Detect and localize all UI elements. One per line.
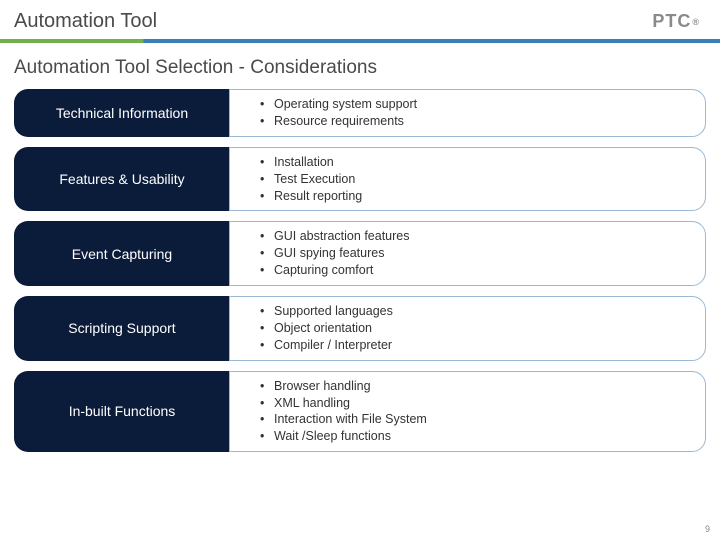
bullet-item: Test Execution: [260, 171, 362, 188]
consideration-row: Event Capturing GUI abstraction features…: [14, 221, 706, 286]
bullet-list: Installation Test Execution Result repor…: [260, 154, 362, 205]
bullet-item: Result reporting: [260, 188, 362, 205]
consideration-label: In-built Functions: [14, 371, 229, 453]
logo-text: PTC: [652, 11, 691, 32]
consideration-label: Technical Information: [14, 89, 229, 137]
consideration-row: Technical Information Operating system s…: [14, 89, 706, 137]
consideration-label: Event Capturing: [14, 221, 229, 286]
consideration-label: Scripting Support: [14, 296, 229, 361]
consideration-details: Browser handling XML handling Interactio…: [229, 371, 706, 453]
bullet-item: GUI abstraction features: [260, 228, 409, 245]
bullet-item: Supported languages: [260, 303, 393, 320]
bullet-item: Browser handling: [260, 378, 427, 395]
bullet-item: Operating system support: [260, 96, 417, 113]
bullet-list: Browser handling XML handling Interactio…: [260, 378, 427, 446]
bullet-item: Object orientation: [260, 320, 393, 337]
bullet-item: Compiler / Interpreter: [260, 337, 393, 354]
bullet-item: Interaction with File System: [260, 411, 427, 428]
ptc-logo: PTC®: [652, 11, 700, 32]
bullet-list: Operating system support Resource requir…: [260, 96, 417, 130]
bullet-list: GUI abstraction features GUI spying feat…: [260, 228, 409, 279]
bullet-item: Wait /Sleep functions: [260, 428, 427, 445]
slide-header: Automation Tool PTC®: [0, 0, 720, 43]
bullet-item: Capturing comfort: [260, 262, 409, 279]
consideration-row: In-built Functions Browser handling XML …: [14, 371, 706, 453]
bullet-item: Installation: [260, 154, 362, 171]
consideration-row: Features & Usability Installation Test E…: [14, 147, 706, 212]
page-number: 9: [705, 524, 710, 534]
consideration-details: Supported languages Object orientation C…: [229, 296, 706, 361]
consideration-label: Features & Usability: [14, 147, 229, 212]
bullet-list: Supported languages Object orientation C…: [260, 303, 393, 354]
slide-title: Automation Tool: [14, 10, 157, 33]
bullet-item: GUI spying features: [260, 245, 409, 262]
logo-registered: ®: [692, 17, 700, 27]
consideration-details: Installation Test Execution Result repor…: [229, 147, 706, 212]
consideration-row: Scripting Support Supported languages Ob…: [14, 296, 706, 361]
consideration-details: GUI abstraction features GUI spying feat…: [229, 221, 706, 286]
bullet-item: Resource requirements: [260, 113, 417, 130]
bullet-item: XML handling: [260, 395, 427, 412]
slide-subtitle: Automation Tool Selection - Consideratio…: [0, 43, 720, 89]
consideration-details: Operating system support Resource requir…: [229, 89, 706, 137]
considerations-list: Technical Information Operating system s…: [0, 89, 720, 452]
